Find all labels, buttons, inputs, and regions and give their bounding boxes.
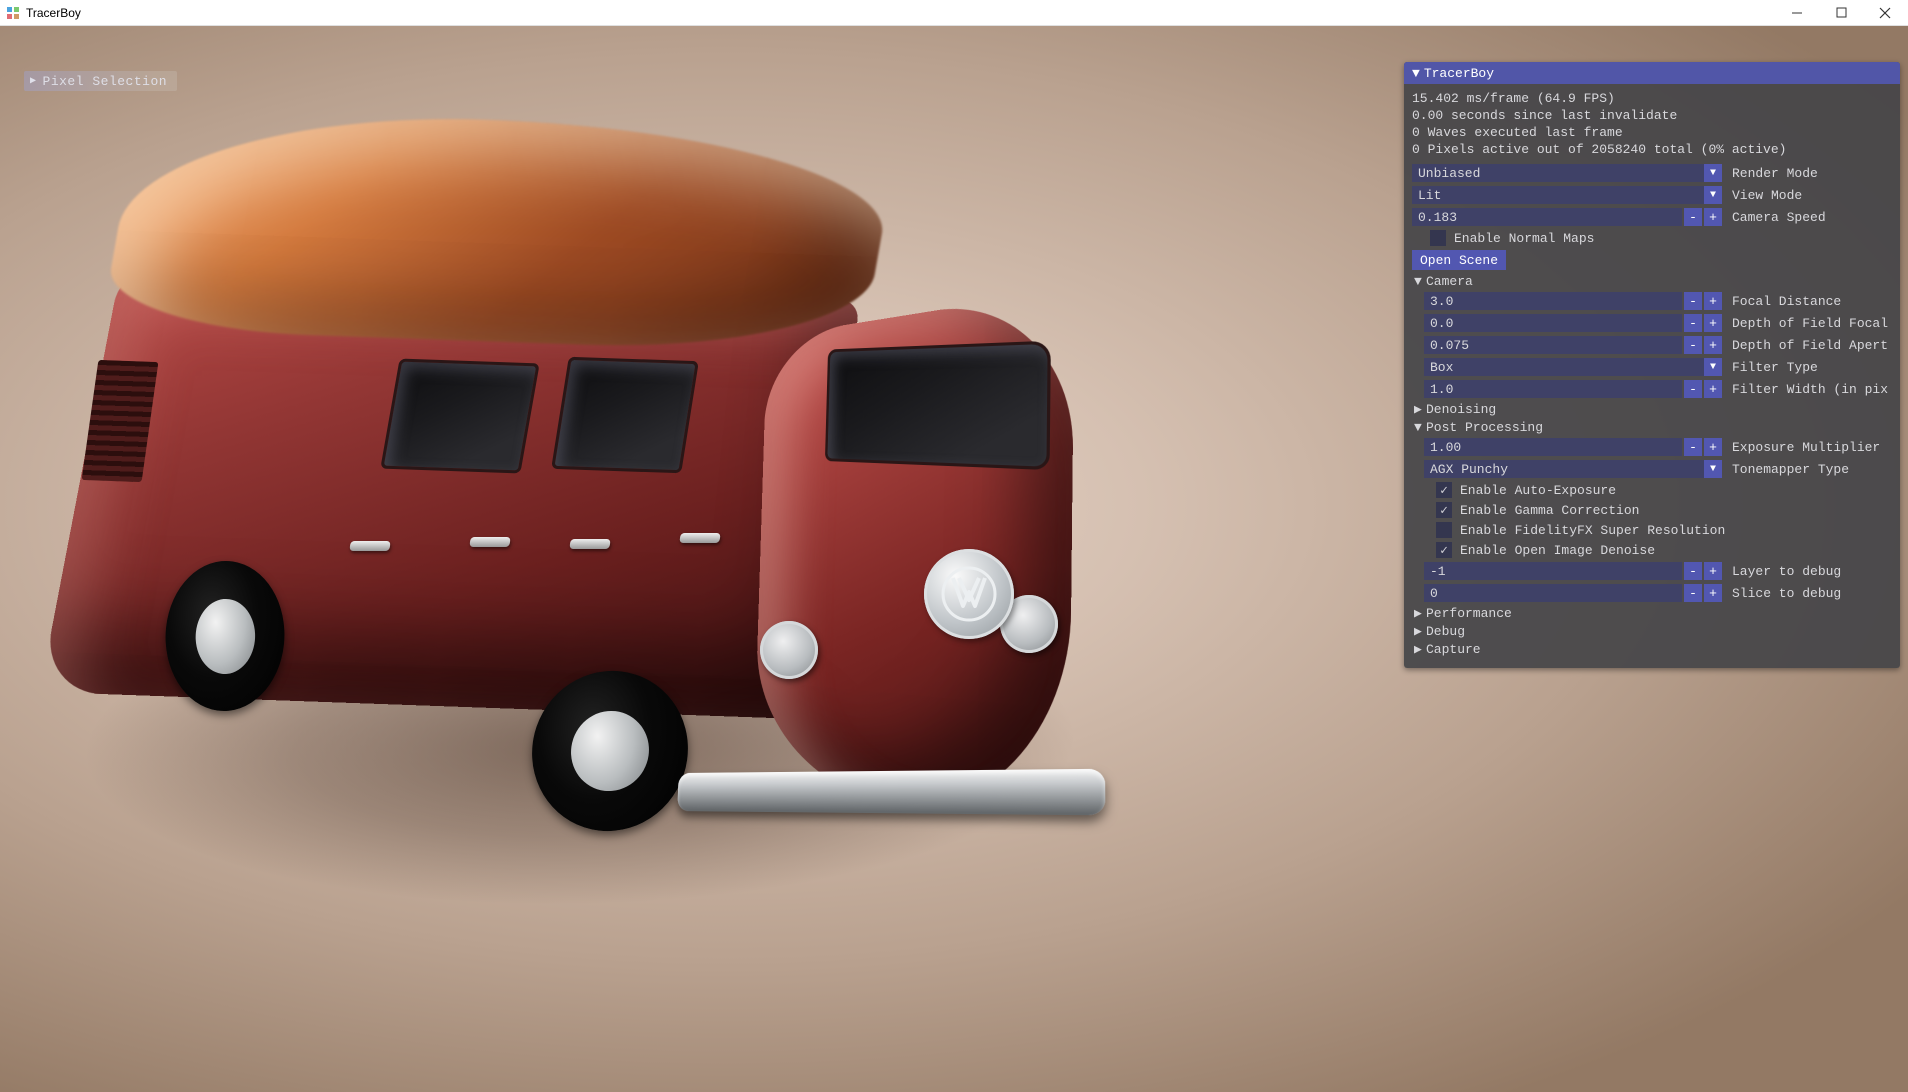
focal-distance-input[interactable]: 3.0 - + bbox=[1424, 292, 1722, 310]
slice-debug-input[interactable]: 0 - + bbox=[1424, 584, 1722, 602]
normal-maps-label: Enable Normal Maps bbox=[1454, 231, 1594, 246]
increment-button[interactable]: + bbox=[1704, 584, 1722, 602]
chevron-down-icon: ▼ bbox=[1704, 460, 1722, 478]
stats-block: 15.402 ms/frame (64.9 FPS) 0.00 seconds … bbox=[1404, 84, 1900, 162]
decrement-button[interactable]: - bbox=[1684, 584, 1702, 602]
focal-distance-label: Focal Distance bbox=[1728, 294, 1841, 309]
camera-section-toggle[interactable]: ▼ Camera bbox=[1404, 272, 1900, 290]
increment-button[interactable]: + bbox=[1704, 314, 1722, 332]
chevron-right-icon: ▶ bbox=[1414, 606, 1426, 621]
pixel-selection-toggle[interactable]: ▶ Pixel Selection bbox=[24, 71, 177, 91]
open-scene-button[interactable]: Open Scene bbox=[1412, 250, 1506, 270]
floor-shadow bbox=[80, 577, 1080, 914]
post-processing-section-toggle[interactable]: ▼ Post Processing bbox=[1404, 418, 1900, 436]
tonemapper-label: Tonemapper Type bbox=[1728, 462, 1849, 477]
filter-width-label: Filter Width (in pix bbox=[1728, 382, 1888, 397]
dof-aperture-label: Depth of Field Apert bbox=[1728, 338, 1888, 353]
chevron-down-icon: ▼ bbox=[1412, 66, 1420, 81]
stat-pixels: 0 Pixels active out of 2058240 total (0%… bbox=[1412, 141, 1892, 158]
increment-button[interactable]: + bbox=[1704, 438, 1722, 456]
decrement-button[interactable]: - bbox=[1684, 380, 1702, 398]
chevron-right-icon: ▶ bbox=[30, 75, 37, 87]
render-mode-value: Unbiased bbox=[1418, 166, 1480, 181]
chevron-right-icon: ▶ bbox=[1414, 624, 1426, 639]
filter-type-combo[interactable]: Box ▼ bbox=[1424, 358, 1722, 376]
maximize-button[interactable] bbox=[1834, 6, 1848, 20]
oidn-label: Enable Open Image Denoise bbox=[1460, 543, 1655, 558]
stat-waves: 0 Waves executed last frame bbox=[1412, 124, 1892, 141]
fsr-checkbox[interactable] bbox=[1436, 522, 1452, 538]
exposure-label: Exposure Multiplier bbox=[1728, 440, 1880, 455]
chevron-right-icon: ▶ bbox=[1414, 642, 1426, 657]
increment-button[interactable]: + bbox=[1704, 208, 1722, 226]
chevron-down-icon: ▼ bbox=[1414, 420, 1426, 435]
chevron-right-icon: ▶ bbox=[1414, 402, 1426, 417]
close-button[interactable] bbox=[1878, 6, 1892, 20]
render-viewport[interactable]: ▶ Pixel Selection ▼ TracerBoy 15.402 ms/… bbox=[0, 26, 1908, 1092]
view-mode-combo[interactable]: Lit ▼ bbox=[1412, 186, 1722, 204]
layer-debug-input[interactable]: -1 - + bbox=[1424, 562, 1722, 580]
decrement-button[interactable]: - bbox=[1684, 292, 1702, 310]
denoising-section-toggle[interactable]: ▶ Denoising bbox=[1404, 400, 1900, 418]
decrement-button[interactable]: - bbox=[1684, 336, 1702, 354]
view-mode-label: View Mode bbox=[1728, 188, 1802, 203]
performance-section-toggle[interactable]: ▶ Performance bbox=[1404, 604, 1900, 622]
gamma-label: Enable Gamma Correction bbox=[1460, 503, 1639, 518]
normal-maps-checkbox[interactable] bbox=[1430, 230, 1446, 246]
increment-button[interactable]: + bbox=[1704, 562, 1722, 580]
increment-button[interactable]: + bbox=[1704, 380, 1722, 398]
panel-header[interactable]: ▼ TracerBoy bbox=[1404, 62, 1900, 84]
post-processing-section-label: Post Processing bbox=[1426, 420, 1543, 435]
pixel-selection-label: Pixel Selection bbox=[43, 74, 168, 89]
camera-speed-value: 0.183 bbox=[1412, 208, 1682, 226]
capture-section-label: Capture bbox=[1426, 642, 1481, 657]
window-title: TracerBoy bbox=[26, 6, 81, 20]
filter-width-input[interactable]: 1.0 - + bbox=[1424, 380, 1722, 398]
camera-speed-input[interactable]: 0.183 - + bbox=[1412, 208, 1722, 226]
window-controls bbox=[1790, 6, 1902, 20]
render-mode-combo[interactable]: Unbiased ▼ bbox=[1412, 164, 1722, 182]
performance-section-label: Performance bbox=[1426, 606, 1512, 621]
decrement-button[interactable]: - bbox=[1684, 562, 1702, 580]
layer-debug-label: Layer to debug bbox=[1728, 564, 1841, 579]
app-icon bbox=[6, 6, 20, 20]
gamma-checkbox[interactable]: ✓ bbox=[1436, 502, 1452, 518]
settings-panel: ▼ TracerBoy 15.402 ms/frame (64.9 FPS) 0… bbox=[1404, 62, 1900, 668]
auto-exposure-label: Enable Auto-Exposure bbox=[1460, 483, 1616, 498]
chevron-down-icon: ▼ bbox=[1704, 186, 1722, 204]
view-mode-value: Lit bbox=[1418, 188, 1441, 203]
filter-type-label: Filter Type bbox=[1728, 360, 1818, 375]
dof-focal-label: Depth of Field Focal bbox=[1728, 316, 1888, 331]
increment-button[interactable]: + bbox=[1704, 336, 1722, 354]
dof-aperture-input[interactable]: 0.075 - + bbox=[1424, 336, 1722, 354]
auto-exposure-checkbox[interactable]: ✓ bbox=[1436, 482, 1452, 498]
decrement-button[interactable]: - bbox=[1684, 208, 1702, 226]
panel-title: TracerBoy bbox=[1424, 66, 1494, 81]
exposure-input[interactable]: 1.00 - + bbox=[1424, 438, 1722, 456]
debug-section-toggle[interactable]: ▶ Debug bbox=[1404, 622, 1900, 640]
debug-section-label: Debug bbox=[1426, 624, 1465, 639]
slice-debug-label: Slice to debug bbox=[1728, 586, 1841, 601]
chevron-down-icon: ▼ bbox=[1704, 358, 1722, 376]
render-mode-label: Render Mode bbox=[1728, 166, 1818, 181]
camera-speed-label: Camera Speed bbox=[1728, 210, 1826, 225]
increment-button[interactable]: + bbox=[1704, 292, 1722, 310]
dof-focal-input[interactable]: 0.0 - + bbox=[1424, 314, 1722, 332]
chevron-down-icon: ▼ bbox=[1704, 164, 1722, 182]
oidn-checkbox[interactable]: ✓ bbox=[1436, 542, 1452, 558]
camera-section-label: Camera bbox=[1426, 274, 1473, 289]
capture-section-toggle[interactable]: ▶ Capture bbox=[1404, 640, 1900, 658]
denoising-section-label: Denoising bbox=[1426, 402, 1496, 417]
decrement-button[interactable]: - bbox=[1684, 438, 1702, 456]
decrement-button[interactable]: - bbox=[1684, 314, 1702, 332]
stat-frame: 15.402 ms/frame (64.9 FPS) bbox=[1412, 90, 1892, 107]
tonemapper-combo[interactable]: AGX Punchy ▼ bbox=[1424, 460, 1722, 478]
stat-invalidate: 0.00 seconds since last invalidate bbox=[1412, 107, 1892, 124]
minimize-button[interactable] bbox=[1790, 6, 1804, 20]
chevron-down-icon: ▼ bbox=[1414, 274, 1426, 289]
window-titlebar: TracerBoy bbox=[0, 0, 1908, 26]
fsr-label: Enable FidelityFX Super Resolution bbox=[1460, 523, 1725, 538]
